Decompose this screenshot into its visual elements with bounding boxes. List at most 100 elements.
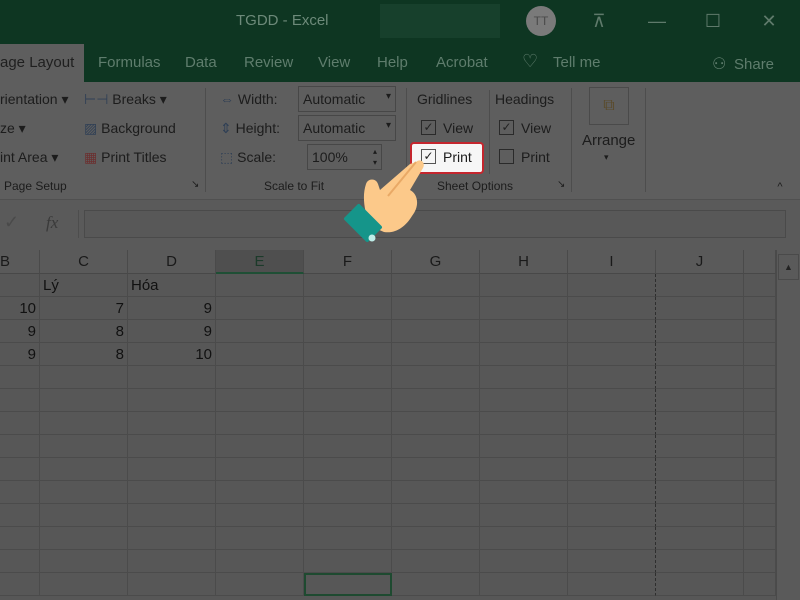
- cell[interactable]: [304, 435, 392, 458]
- cell[interactable]: [0, 550, 40, 573]
- cell[interactable]: [568, 320, 656, 343]
- cell[interactable]: [128, 504, 216, 527]
- cell[interactable]: [656, 458, 744, 481]
- cell[interactable]: [0, 504, 40, 527]
- cell[interactable]: [568, 504, 656, 527]
- cell[interactable]: [568, 550, 656, 573]
- cell[interactable]: 9: [128, 320, 216, 343]
- cell[interactable]: [0, 527, 40, 550]
- cell[interactable]: [128, 481, 216, 504]
- formula-input[interactable]: [84, 210, 786, 238]
- scroll-up-arrow-icon[interactable]: ▲: [778, 254, 799, 280]
- cell[interactable]: [480, 527, 568, 550]
- cell[interactable]: [304, 527, 392, 550]
- cell[interactable]: [216, 412, 304, 435]
- cell[interactable]: [744, 435, 776, 458]
- cell[interactable]: [128, 458, 216, 481]
- cell[interactable]: [744, 320, 776, 343]
- enter-check-icon[interactable]: ✓: [4, 212, 19, 233]
- sheet-options-launcher-icon[interactable]: ↘: [557, 179, 565, 190]
- cell[interactable]: [304, 412, 392, 435]
- cell[interactable]: [392, 527, 480, 550]
- cell[interactable]: [480, 320, 568, 343]
- cell[interactable]: [128, 550, 216, 573]
- cell[interactable]: [392, 573, 480, 596]
- cell[interactable]: [304, 481, 392, 504]
- cell[interactable]: [568, 527, 656, 550]
- column-header-b[interactable]: B: [0, 250, 40, 274]
- cell[interactable]: 10: [128, 343, 216, 366]
- cell[interactable]: [744, 343, 776, 366]
- cell[interactable]: [392, 274, 480, 297]
- cell[interactable]: [216, 435, 304, 458]
- cell[interactable]: [744, 366, 776, 389]
- tab-formulas[interactable]: Formulas: [98, 54, 161, 71]
- cell[interactable]: [216, 527, 304, 550]
- cell[interactable]: [744, 274, 776, 297]
- gridlines-view-checkbox[interactable]: ✓ View: [421, 120, 473, 136]
- cell[interactable]: [392, 343, 480, 366]
- ribbon-display-options-icon[interactable]: ⊼: [584, 8, 614, 34]
- avatar[interactable]: TT: [526, 6, 556, 36]
- cell[interactable]: [40, 412, 128, 435]
- cell[interactable]: [656, 573, 744, 596]
- worksheet-grid[interactable]: B C D E F G H I J Lý Hóa 10 7 9 9 8 9 9 8 10: [0, 250, 776, 600]
- cell[interactable]: [128, 573, 216, 596]
- cell[interactable]: [216, 343, 304, 366]
- close-button[interactable]: ✕: [754, 8, 784, 34]
- cell[interactable]: [744, 504, 776, 527]
- cell[interactable]: [392, 550, 480, 573]
- insert-function-icon[interactable]: fx: [46, 213, 58, 233]
- size-dropdown[interactable]: ze ▾: [0, 120, 26, 137]
- cell[interactable]: [128, 389, 216, 412]
- cell[interactable]: [480, 343, 568, 366]
- cell[interactable]: [656, 320, 744, 343]
- cell[interactable]: [744, 481, 776, 504]
- column-header-e[interactable]: E: [216, 250, 304, 274]
- cell[interactable]: [480, 366, 568, 389]
- cell[interactable]: [304, 504, 392, 527]
- cell[interactable]: [304, 389, 392, 412]
- cell[interactable]: [0, 573, 40, 596]
- cell[interactable]: [392, 366, 480, 389]
- cell[interactable]: [568, 366, 656, 389]
- cell[interactable]: [304, 343, 392, 366]
- tab-help[interactable]: Help: [377, 54, 408, 71]
- cell[interactable]: [128, 435, 216, 458]
- cell[interactable]: [216, 274, 304, 297]
- cell[interactable]: [128, 412, 216, 435]
- vertical-scrollbar[interactable]: ▲: [776, 250, 800, 600]
- cell[interactable]: [0, 481, 40, 504]
- cell[interactable]: [568, 389, 656, 412]
- cell[interactable]: [304, 458, 392, 481]
- cell[interactable]: [304, 320, 392, 343]
- print-area-dropdown[interactable]: int Area ▾: [0, 149, 58, 166]
- cell[interactable]: [480, 274, 568, 297]
- cell[interactable]: [480, 435, 568, 458]
- cell[interactable]: [392, 412, 480, 435]
- cell[interactable]: [0, 435, 40, 458]
- arrange-button[interactable]: Arrange: [582, 132, 635, 149]
- cell[interactable]: [128, 527, 216, 550]
- cell[interactable]: [744, 458, 776, 481]
- cell[interactable]: [656, 550, 744, 573]
- cell[interactable]: [40, 573, 128, 596]
- cell[interactable]: [40, 435, 128, 458]
- height-select[interactable]: Automatic ▾: [298, 115, 396, 141]
- cell[interactable]: [480, 297, 568, 320]
- column-header-c[interactable]: C: [40, 250, 128, 274]
- maximize-button[interactable]: ☐: [698, 8, 728, 34]
- cell[interactable]: [40, 527, 128, 550]
- cell[interactable]: [744, 527, 776, 550]
- cell[interactable]: [0, 458, 40, 481]
- cell[interactable]: [40, 481, 128, 504]
- cell[interactable]: [744, 573, 776, 596]
- cell[interactable]: [480, 458, 568, 481]
- cell[interactable]: [216, 573, 304, 596]
- cell[interactable]: [304, 297, 392, 320]
- cell[interactable]: [568, 343, 656, 366]
- cell[interactable]: [392, 389, 480, 412]
- cell[interactable]: [656, 389, 744, 412]
- cell[interactable]: [392, 504, 480, 527]
- cell[interactable]: 8: [40, 343, 128, 366]
